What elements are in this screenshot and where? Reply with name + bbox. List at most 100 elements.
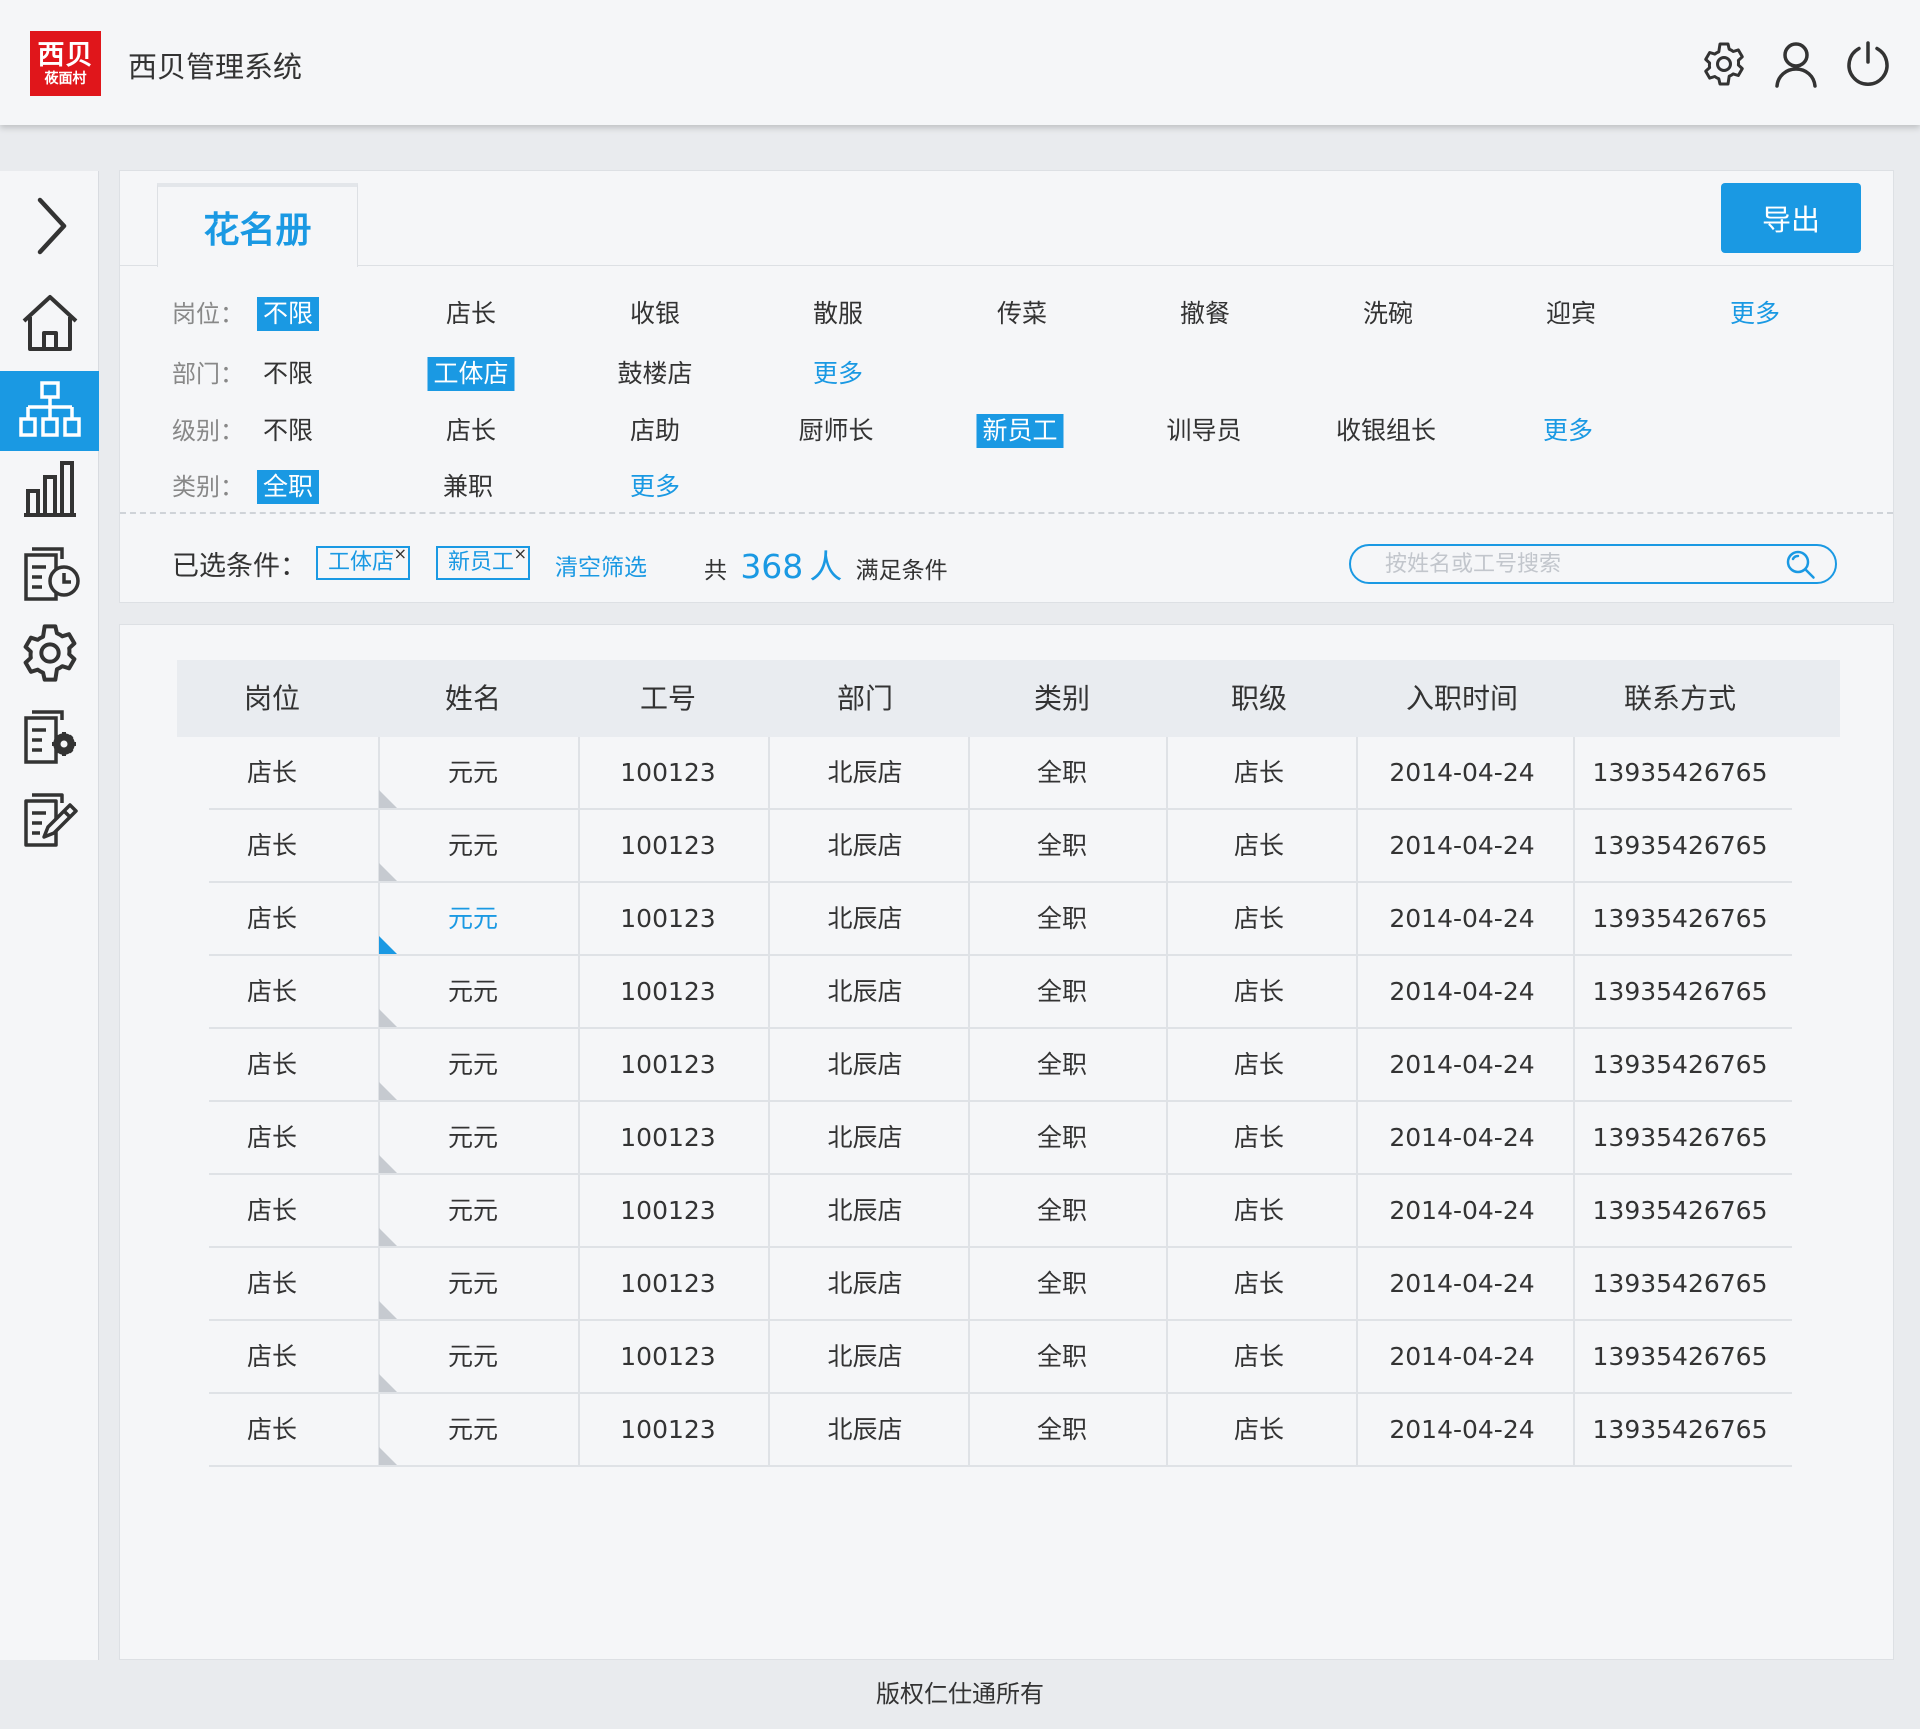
column-divider (1573, 1029, 1575, 1102)
table-cell[interactable]: 元元 (448, 956, 498, 1027)
filter-option[interactable]: 全职 (256, 470, 320, 504)
filter-option[interactable]: 店长 (446, 411, 496, 451)
table-row[interactable]: 店长 元元 100123 北辰店 全职 店长 2014-04-24 13935426765 (209, 737, 1792, 810)
column-header[interactable]: 联系方式 (1624, 660, 1736, 737)
table-cell: 2014-04-24 (1389, 1415, 1535, 1444)
table-cell[interactable]: 元元 (448, 810, 498, 881)
row-marker (379, 1155, 397, 1173)
column-header[interactable]: 类别 (1034, 660, 1090, 737)
filter-more-link[interactable]: 更多 (813, 354, 863, 394)
filter-more-link[interactable]: 更多 (1543, 411, 1593, 451)
table-cell[interactable]: 元元 (448, 1394, 498, 1465)
table-row[interactable]: 店长 元元 100123 北辰店 全职 店长 2014-04-24 13935426765 (209, 1102, 1792, 1175)
filter-chip[interactable]: 工体店 × (316, 544, 411, 580)
column-divider (578, 1175, 580, 1248)
column-divider (578, 1102, 580, 1175)
clear-filters-link[interactable]: 清空筛选 (555, 548, 647, 582)
export-button[interactable]: 导出 (1721, 183, 1861, 253)
filter-option[interactable]: 兼职 (443, 467, 493, 507)
filter-more-link[interactable]: 更多 (630, 467, 680, 507)
filter-option[interactable]: 散服 (813, 294, 863, 334)
column-header[interactable]: 入职时间 (1406, 660, 1518, 737)
row-marker (379, 863, 397, 881)
column-divider (968, 1248, 970, 1321)
column-divider (578, 956, 580, 1029)
table-cell[interactable]: 元元 (448, 1248, 498, 1319)
row-marker (379, 1082, 397, 1100)
table-row[interactable]: 店长 元元 100123 北辰店 全职 店长 2014-04-24 13935426765 (209, 1029, 1792, 1102)
close-icon[interactable]: × (394, 539, 407, 569)
row-marker (379, 1374, 397, 1392)
expand-icon[interactable] (0, 186, 99, 266)
column-divider (1573, 1321, 1575, 1394)
column-divider (968, 1029, 970, 1102)
filter-option[interactable]: 不限 (263, 411, 313, 451)
filter-option[interactable]: 不限 (256, 297, 320, 331)
filter-option[interactable]: 店助 (630, 411, 680, 451)
filter-option[interactable]: 鼓楼店 (617, 354, 692, 394)
table-row[interactable]: 店长 元元 100123 北辰店 全职 店长 2014-04-24 13935426765 (209, 1175, 1792, 1248)
tab-roster[interactable]: 花名册 (157, 183, 358, 267)
column-divider (768, 1248, 770, 1321)
filter-option[interactable]: 撤餐 (1180, 294, 1230, 334)
table-cell: 100123 (620, 1342, 716, 1371)
filter-option[interactable]: 店长 (446, 294, 496, 334)
filter-chip[interactable]: 新员工 × (436, 544, 531, 580)
filter-option[interactable]: 收银组长 (1336, 411, 1436, 451)
table-cell: 店长 (1233, 1196, 1285, 1225)
column-header[interactable]: 部门 (837, 660, 893, 737)
table-row[interactable]: 店长 元元 100123 北辰店 全职 店长 2014-04-24 13935426765 (209, 1321, 1792, 1394)
filter-option[interactable]: 传菜 (997, 294, 1047, 334)
close-icon[interactable]: × (514, 539, 527, 569)
column-divider (1356, 1175, 1358, 1248)
filter-option[interactable]: 不限 (263, 354, 313, 394)
table-cell[interactable]: 元元 (448, 1175, 498, 1246)
filter-chip-label: 工体店 (328, 550, 395, 575)
filter-option[interactable]: 训导员 (1166, 411, 1241, 451)
org-chart-icon[interactable] (0, 371, 99, 451)
search-input[interactable] (1385, 549, 1775, 579)
table-row[interactable]: 店长 元元 100123 北辰店 全职 店长 2014-04-24 13935426765 (209, 1394, 1792, 1467)
table-cell[interactable]: 元元 (448, 1321, 498, 1392)
table-cell: 店长 (1233, 831, 1285, 860)
table-cell[interactable]: 元元 (448, 883, 498, 954)
column-header[interactable]: 姓名 (445, 660, 501, 737)
filter-option[interactable]: 厨师长 (798, 411, 873, 451)
column-divider (968, 1321, 970, 1394)
filter-option[interactable]: 工体店 (427, 357, 515, 391)
filter-option[interactable]: 迎宾 (1546, 294, 1596, 334)
filter-panel: 花名册 导出 岗位： 不限 店长 收银 散服 传菜 撤餐 洗碗 迎宾 更多 部门… (119, 170, 1894, 603)
doc-settings-icon[interactable] (0, 696, 99, 776)
column-header[interactable]: 工号 (640, 660, 696, 737)
user-icon[interactable] (1772, 40, 1820, 88)
edit-doc-icon[interactable] (0, 779, 99, 859)
app-header: 西贝 莜面村 西贝管理系统 (0, 0, 1920, 125)
home-icon[interactable] (0, 283, 99, 363)
column-divider (1573, 883, 1575, 956)
table-row[interactable]: 店长 元元 100123 北辰店 全职 店长 2014-04-24 13935426765 (209, 883, 1792, 956)
table-cell[interactable]: 元元 (448, 737, 498, 808)
filter-option[interactable]: 新员工 (976, 414, 1064, 448)
column-header[interactable]: 岗位 (244, 660, 300, 737)
table-row[interactable]: 店长 元元 100123 北辰店 全职 店长 2014-04-24 13935426765 (209, 810, 1792, 883)
table-cell: 店长 (246, 831, 298, 860)
gear-icon[interactable] (1700, 40, 1748, 88)
table-row[interactable]: 店长 元元 100123 北辰店 全职 店长 2014-04-24 13935426765 (209, 956, 1792, 1029)
logo[interactable]: 西贝 莜面村 (30, 31, 101, 96)
column-divider (1573, 1175, 1575, 1248)
schedule-icon[interactable] (0, 531, 99, 611)
column-header[interactable]: 职级 (1231, 660, 1287, 737)
search-icon[interactable] (1785, 550, 1817, 580)
table-row[interactable]: 店长 元元 100123 北辰店 全职 店长 2014-04-24 13935426765 (209, 1248, 1792, 1321)
filter-option[interactable]: 洗碗 (1363, 294, 1413, 334)
bar-chart-icon[interactable] (0, 449, 99, 529)
table-cell[interactable]: 元元 (448, 1102, 498, 1173)
settings-icon[interactable] (0, 613, 99, 693)
power-icon[interactable] (1844, 40, 1892, 88)
column-divider (1166, 1102, 1168, 1175)
table-cell: 13935426765 (1592, 831, 1768, 860)
table-cell: 13935426765 (1592, 1050, 1768, 1079)
filter-more-link[interactable]: 更多 (1730, 294, 1780, 334)
filter-option[interactable]: 收银 (630, 294, 680, 334)
table-cell[interactable]: 元元 (448, 1029, 498, 1100)
